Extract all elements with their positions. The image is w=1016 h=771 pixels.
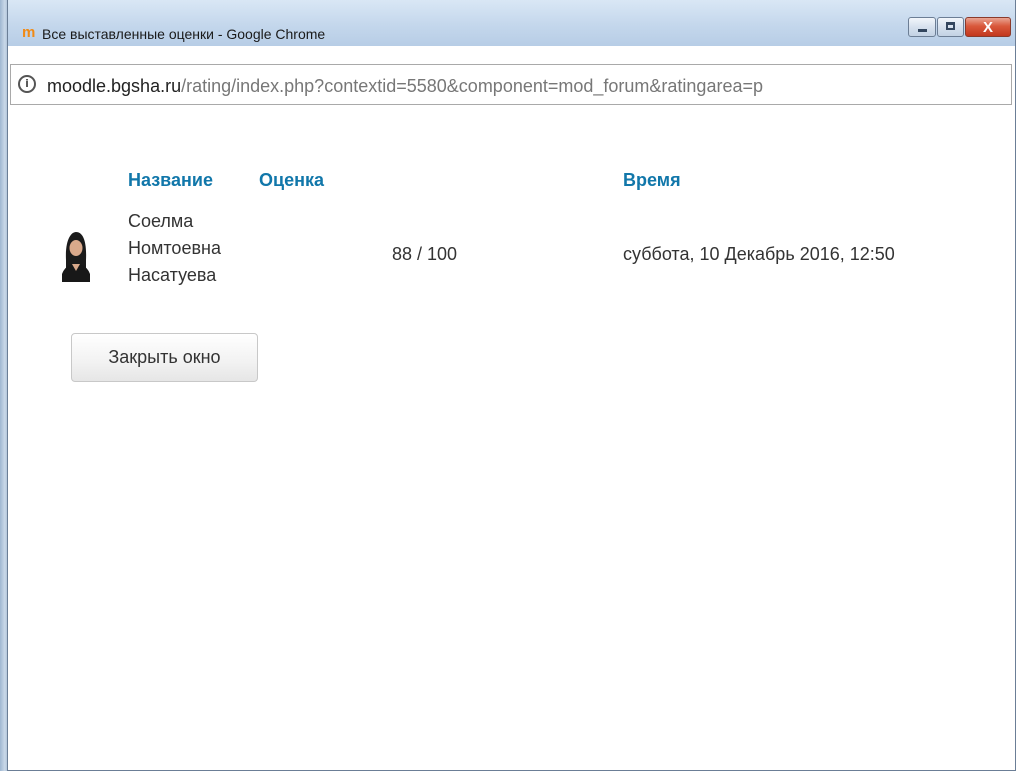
close-window-button[interactable]: X	[965, 17, 1011, 37]
title-bar[interactable]: m Все выставленные оценки - Google Chrom…	[8, 0, 1015, 46]
column-header-rating[interactable]: Оценка	[259, 169, 324, 191]
site-info-icon[interactable]: i	[18, 75, 36, 93]
browser-window: m Все выставленные оценки - Google Chrom…	[0, 0, 1016, 771]
popup-window-frame: m Все выставленные оценки - Google Chrom…	[7, 0, 1016, 771]
rater-name-line: Насатуева	[128, 265, 217, 285]
avatar[interactable]	[62, 226, 90, 282]
page-content: Название Оценка Время Соелма Номтоевна Н…	[8, 106, 1015, 770]
rater-name-line: Соелма	[128, 211, 194, 231]
url-host: moodle.bgsha.ru	[47, 76, 182, 96]
minimize-icon	[918, 29, 927, 32]
window-title: Все выставленные оценки - Google Chrome	[42, 26, 326, 42]
rating-value: 88 / 100	[392, 244, 458, 264]
url-path: /rating/index.php?contextid=5580&compone…	[181, 76, 763, 96]
close-icon: X	[982, 19, 993, 36]
minimize-button[interactable]	[908, 17, 936, 37]
maximize-button[interactable]	[937, 17, 964, 37]
rater-name-line: Номтоевна	[128, 238, 221, 258]
close-window-button-page[interactable]: Закрыть окно	[71, 333, 258, 382]
maximize-icon	[946, 22, 955, 30]
rater-name[interactable]: Соелма Номтоевна Насатуева	[128, 208, 221, 289]
window-controls: X	[908, 17, 1011, 39]
rating-time: суббота, 10 Декабрь 2016, 12:50	[623, 244, 895, 264]
moodle-logo-icon: m	[22, 24, 35, 41]
column-header-name[interactable]: Название	[128, 169, 213, 191]
column-header-time[interactable]: Время	[623, 169, 681, 191]
url-text[interactable]: moodle.bgsha.ru/rating/index.php?context…	[47, 75, 763, 97]
address-bar[interactable]: i moodle.bgsha.ru/rating/index.php?conte…	[10, 64, 1012, 105]
